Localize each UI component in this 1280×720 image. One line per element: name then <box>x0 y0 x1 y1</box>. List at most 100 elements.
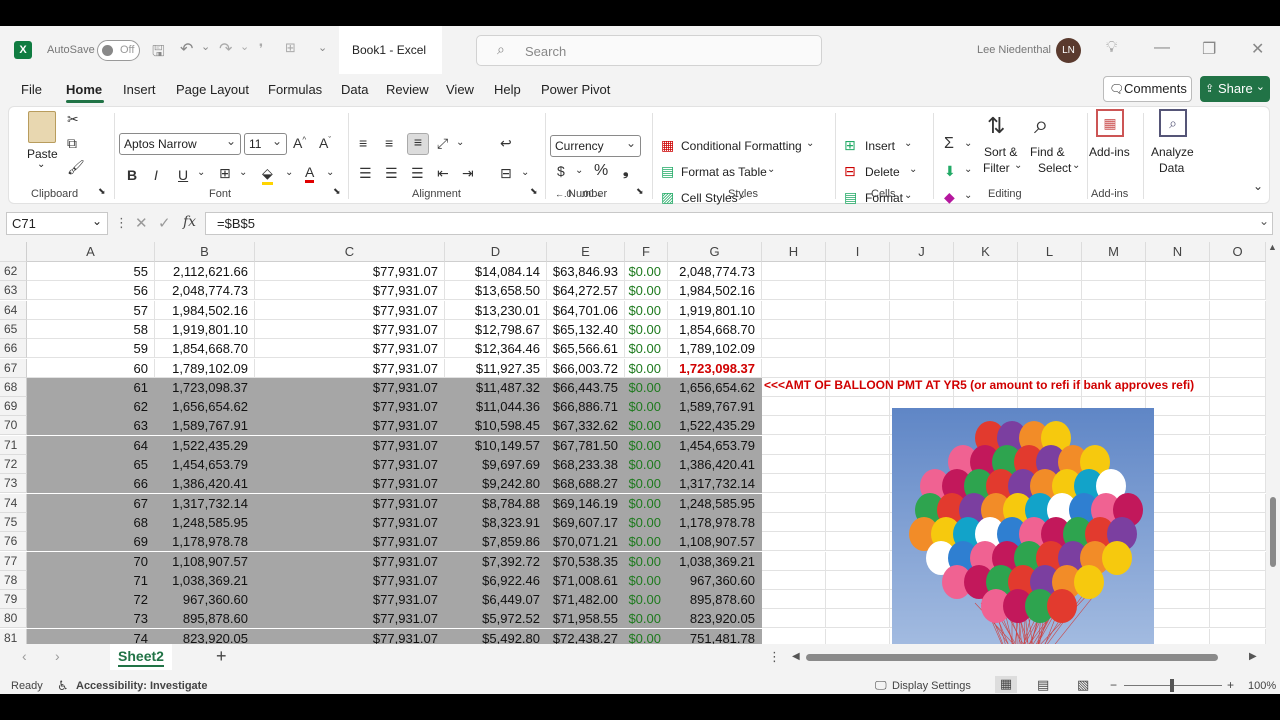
sheet-tab-sheet2[interactable]: Sheet2 <box>110 644 172 670</box>
chevron-down-icon[interactable]: ⌄ <box>285 167 293 178</box>
cell-b76[interactable]: 1,178,978.78 <box>155 532 255 552</box>
cell-g62[interactable]: 2,048,774.73 <box>668 262 762 281</box>
chevron-down-icon[interactable]: ⌄ <box>1014 160 1022 171</box>
accounting-format-icon[interactable]: $ <box>557 163 565 179</box>
empty-cell[interactable] <box>1210 551 1266 571</box>
accessibility-status[interactable]: Accessibility: Investigate <box>76 680 207 692</box>
tab-help[interactable]: Help <box>494 82 521 97</box>
empty-cell[interactable] <box>1210 532 1266 552</box>
align-bottom-icon[interactable]: ≡ <box>407 133 429 155</box>
empty-cell[interactable] <box>954 358 1018 378</box>
cell-d68[interactable]: $11,487.32 <box>445 377 547 397</box>
chevron-down-icon[interactable]: ⌄ <box>326 167 334 178</box>
empty-cell[interactable] <box>1146 512 1210 532</box>
spreadsheet-grid[interactable]: ABCDEFGHIJKLMNO 62 55 2,112,621.66 $77,931.… <box>0 242 1266 668</box>
tab-power-pivot[interactable]: Power Pivot <box>541 82 610 97</box>
empty-cell[interactable] <box>762 281 826 301</box>
empty-cell[interactable] <box>826 435 890 455</box>
add-ins-icon[interactable]: ▦ <box>1096 109 1124 137</box>
empty-cell[interactable] <box>1146 532 1210 552</box>
empty-cell[interactable] <box>826 416 890 436</box>
column-header-k[interactable]: K <box>954 242 1018 262</box>
cell-e70[interactable]: $67,332.62 <box>547 416 625 436</box>
column-header-e[interactable]: E <box>547 242 625 262</box>
chevron-down-icon[interactable]: ⌄ <box>197 167 205 178</box>
insert-cells-icon[interactable]: ⊞ <box>844 137 856 154</box>
merge-center-icon[interactable]: ⊟ <box>500 165 512 182</box>
cell-f68[interactable]: $0.00 <box>625 377 668 397</box>
column-header-i[interactable]: I <box>826 242 890 262</box>
cell-f71[interactable]: $0.00 <box>625 435 668 455</box>
empty-cell[interactable] <box>1210 455 1266 474</box>
add-ins-button[interactable]: Add-ins <box>1089 145 1130 159</box>
more-options-icon[interactable]: ⋮ <box>768 649 781 665</box>
cell-c75[interactable]: $77,931.07 <box>255 512 445 532</box>
zoom-slider[interactable] <box>1124 679 1222 692</box>
column-header-l[interactable]: L <box>1018 242 1082 262</box>
normal-view-icon[interactable]: ▦ <box>995 676 1017 693</box>
vertical-scrollbar[interactable]: ▲ ▼ <box>1266 242 1280 668</box>
row-header[interactable]: 69 <box>0 397 27 417</box>
orientation-icon[interactable]: ⤢ <box>437 135 448 152</box>
enter-icon[interactable]: ✓ <box>158 214 171 232</box>
cell-g74[interactable]: 1,248,585.95 <box>668 493 762 513</box>
cell-d74[interactable]: $8,784.88 <box>445 493 547 513</box>
balloon-note[interactable]: <<<AMT OF BALLOON PMT AT YR5 (or amount … <box>764 376 1194 395</box>
cell-d72[interactable]: $9,697.69 <box>445 455 547 474</box>
align-top-icon[interactable]: ≡ <box>359 135 367 151</box>
alignment-launcher-icon[interactable]: ⬊ <box>530 186 538 197</box>
share-button[interactable]: ⇪ Share ⌄ <box>1200 76 1270 102</box>
empty-cell[interactable] <box>1146 262 1210 281</box>
accessibility-icon[interactable]: ♿︎ <box>57 678 69 694</box>
column-header-a[interactable]: A <box>27 242 155 262</box>
empty-cell[interactable] <box>1018 300 1082 320</box>
cell-f62[interactable]: $0.00 <box>625 262 668 281</box>
cell-d70[interactable]: $10,598.45 <box>445 416 547 436</box>
empty-cell[interactable] <box>1146 358 1210 378</box>
cell-a65[interactable]: 58 <box>27 319 155 339</box>
empty-cell[interactable] <box>762 609 826 629</box>
cell-b78[interactable]: 1,038,369.21 <box>155 570 255 590</box>
cell-g70[interactable]: 1,522,435.29 <box>668 416 762 436</box>
cell-e80[interactable]: $71,958.55 <box>547 609 625 629</box>
empty-cell[interactable] <box>826 551 890 571</box>
empty-cell[interactable] <box>826 493 890 513</box>
column-header-g[interactable]: G <box>668 242 762 262</box>
align-middle-icon[interactable]: ≡ <box>385 135 393 151</box>
cell-g76[interactable]: 1,108,907.57 <box>668 532 762 552</box>
empty-cell[interactable] <box>954 300 1018 320</box>
italic-icon[interactable]: I <box>154 167 158 183</box>
name-box[interactable]: C71 ⌄ <box>6 212 108 235</box>
cell-f72[interactable]: $0.00 <box>625 455 668 474</box>
format-as-table-button[interactable]: Format as Table <box>681 165 767 179</box>
empty-cell[interactable] <box>826 358 890 378</box>
cell-g79[interactable]: 895,878.60 <box>668 590 762 610</box>
cell-f74[interactable]: $0.00 <box>625 493 668 513</box>
cell-f73[interactable]: $0.00 <box>625 474 668 494</box>
cell-a80[interactable]: 73 <box>27 609 155 629</box>
row-header[interactable]: 74 <box>0 493 27 513</box>
cell-g72[interactable]: 1,386,420.41 <box>668 455 762 474</box>
cell-d71[interactable]: $10,149.57 <box>445 435 547 455</box>
cell-e73[interactable]: $68,688.27 <box>547 474 625 494</box>
cell-f64[interactable]: $0.00 <box>625 300 668 320</box>
cell-d75[interactable]: $8,323.91 <box>445 512 547 532</box>
empty-cell[interactable] <box>1146 570 1210 590</box>
column-header-f[interactable]: F <box>625 242 668 262</box>
empty-cell[interactable] <box>1146 474 1210 494</box>
empty-cell[interactable] <box>1210 319 1266 339</box>
empty-cell[interactable] <box>1210 281 1266 301</box>
row-header[interactable]: 78 <box>0 570 27 590</box>
format-cells-icon[interactable]: ▤ <box>844 189 857 206</box>
tab-insert[interactable]: Insert <box>123 82 156 97</box>
empty-cell[interactable] <box>1210 358 1266 378</box>
cell-d66[interactable]: $12,364.46 <box>445 339 547 359</box>
empty-cell[interactable] <box>890 300 954 320</box>
align-left-icon[interactable]: ☰ <box>359 165 372 182</box>
cell-b79[interactable]: 967,360.60 <box>155 590 255 610</box>
cell-b75[interactable]: 1,248,585.95 <box>155 512 255 532</box>
empty-cell[interactable] <box>1082 358 1146 378</box>
empty-cell[interactable] <box>762 551 826 571</box>
empty-cell[interactable] <box>1146 493 1210 513</box>
cell-g64[interactable]: 1,919,801.10 <box>668 300 762 320</box>
